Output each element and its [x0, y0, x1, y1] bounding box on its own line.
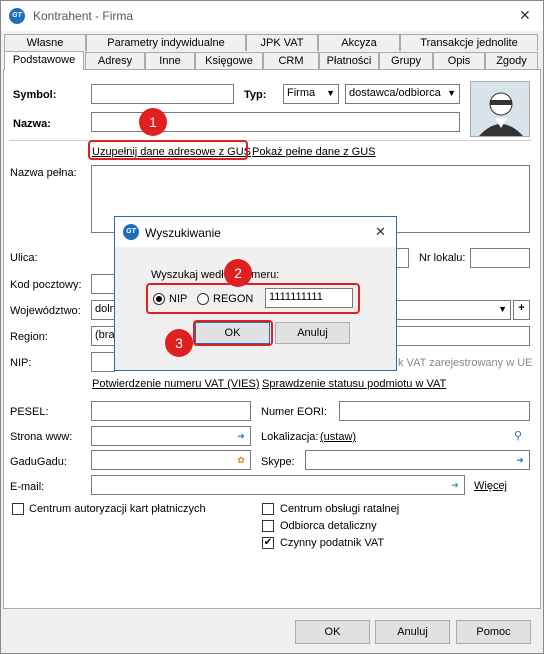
globe-icon[interactable]: ➜: [236, 431, 246, 441]
window-title: Kontrahent - Firma: [33, 9, 134, 23]
pesel-label: PESEL:: [10, 406, 49, 418]
tab-platnosci[interactable]: Płatności: [319, 52, 379, 69]
centrum-ratalnej-label: Centrum obsługi ratalnej: [280, 503, 400, 515]
lokalizacja-label: Lokalizacja:: [261, 431, 319, 443]
dialog-title-bar: GT Wyszukiwanie ✕: [115, 217, 396, 247]
skype-input[interactable]: ➜: [305, 450, 530, 470]
ustaw-link[interactable]: (ustaw): [320, 431, 356, 443]
typ-select[interactable]: Firma: [283, 84, 339, 104]
kod-input[interactable]: [91, 274, 115, 294]
centrum-autoryzacji-label: Centrum autoryzacji kart płatniczych: [29, 503, 206, 515]
www-label: Strona www:: [10, 431, 73, 443]
centrum-ratalnej-checkbox[interactable]: [262, 503, 274, 515]
wojewodztwo-label: Województwo:: [10, 305, 81, 317]
eori-label: Numer EORI:: [261, 406, 328, 418]
odbiorca-label: Odbiorca detaliczny: [280, 520, 377, 532]
typ2-select[interactable]: dostawca/odbiorca: [345, 84, 460, 104]
dialog-cancel-button[interactable]: Anuluj: [275, 322, 350, 344]
gadugadu-icon[interactable]: ✿: [236, 455, 246, 465]
skype-label: Skype:: [261, 456, 295, 468]
cancel-button[interactable]: Anuluj: [375, 620, 450, 644]
nazwa-pelna-label: Nazwa pełna:: [10, 167, 77, 179]
ok-button[interactable]: OK: [295, 620, 370, 644]
nr-lokalu-label: Nr lokalu:: [419, 252, 466, 264]
add-wojewodztwo-button[interactable]: +: [513, 300, 530, 320]
nip-input[interactable]: [91, 352, 115, 372]
vat-ue-label: k VAT zarejestrowany w UE: [398, 357, 533, 369]
odbiorca-checkbox[interactable]: [262, 520, 274, 532]
avatar[interactable]: [470, 81, 530, 137]
www-input[interactable]: ➜: [91, 426, 251, 446]
skype-icon[interactable]: ➜: [515, 455, 525, 465]
tab-podstawowe[interactable]: Podstawowe: [4, 51, 84, 70]
tab-ksiegowe[interactable]: Księgowe: [195, 52, 263, 69]
title-bar: GT Kontrahent - Firma ✕: [1, 1, 543, 31]
location-pin-icon[interactable]: ⚲: [514, 429, 522, 442]
typ-label: Typ:: [244, 89, 267, 101]
tab-crm[interactable]: CRM: [263, 52, 319, 69]
gadugadu-input[interactable]: ✿: [91, 450, 251, 470]
nr-lokalu-input[interactable]: [470, 248, 530, 268]
dialog-close-icon[interactable]: ✕: [375, 224, 386, 240]
dialog-logo-icon: GT: [123, 224, 139, 240]
help-button[interactable]: Pomoc: [456, 620, 531, 644]
annotation-badge-2: 2: [224, 259, 252, 287]
ulica-input[interactable]: [396, 248, 409, 268]
annotation-badge-3: 3: [165, 329, 193, 357]
tab-zgody[interactable]: Zgody: [485, 52, 538, 69]
ulica-label: Ulica:: [10, 252, 38, 264]
search-dialog: GT Wyszukiwanie ✕ Wyszukaj według numeru…: [114, 216, 397, 371]
tab-grupy[interactable]: Grupy: [379, 52, 433, 69]
annotation-box-2: [146, 283, 360, 314]
vies-link[interactable]: Potwierdzenie numeru VAT (VIES): [92, 378, 260, 390]
email-input[interactable]: ➜: [91, 475, 465, 495]
vat-status-link[interactable]: Sprawdzenie statusu podmiotu w VAT: [262, 378, 446, 390]
email-label: E-mail:: [10, 481, 45, 493]
czynny-vat-label: Czynny podatnik VAT: [280, 537, 385, 549]
separator: [9, 140, 531, 141]
czynny-vat-checkbox[interactable]: ✔: [262, 537, 274, 549]
symbol-input[interactable]: [91, 84, 234, 104]
symbol-label: Symbol:: [13, 89, 57, 101]
tab-transakcje[interactable]: Transakcje jednolite: [400, 34, 538, 51]
tab-adresy[interactable]: Adresy: [85, 52, 145, 69]
region-select[interactable]: (bra: [91, 326, 115, 346]
main-window: GT Kontrahent - Firma ✕ Własne Parametry…: [0, 0, 544, 654]
tab-jpk-vat[interactable]: JPK VAT: [246, 34, 318, 51]
app-logo-icon: GT: [9, 8, 25, 24]
wojewodztwo-select[interactable]: doln: [91, 300, 115, 320]
gadugadu-label: GaduGadu:: [10, 456, 67, 468]
wiecej-link[interactable]: Więcej: [474, 480, 507, 492]
nazwa-label: Nazwa:: [13, 118, 51, 130]
region-label: Region:: [10, 331, 48, 343]
annotation-box-3: [193, 320, 273, 346]
eori-input[interactable]: [339, 401, 530, 421]
region-input[interactable]: [396, 326, 530, 346]
tab-akcyza[interactable]: Akcyza: [318, 34, 400, 51]
gus-show-link[interactable]: Pokaż pełne dane z GUS: [252, 146, 376, 158]
kod-label: Kod pocztowy:: [10, 279, 82, 291]
tab-wlasne[interactable]: Własne: [4, 34, 86, 51]
pesel-input[interactable]: [91, 401, 251, 421]
tab-inne[interactable]: Inne: [145, 52, 195, 69]
annotation-box-1: [88, 140, 248, 160]
annotation-badge-1: 1: [139, 108, 167, 136]
wojewodztwo-dropdown[interactable]: [396, 300, 511, 320]
centrum-autoryzacji-checkbox[interactable]: [12, 503, 24, 515]
tab-opis[interactable]: Opis: [433, 52, 485, 69]
tab-parametry[interactable]: Parametry indywidualne: [86, 34, 246, 51]
email-send-icon[interactable]: ➜: [450, 480, 460, 490]
close-icon[interactable]: ✕: [519, 7, 531, 24]
nip-label: NIP:: [10, 357, 32, 369]
search-by-label: Wyszukaj według numeru:: [151, 269, 280, 281]
dialog-title: Wyszukiwanie: [145, 226, 221, 240]
